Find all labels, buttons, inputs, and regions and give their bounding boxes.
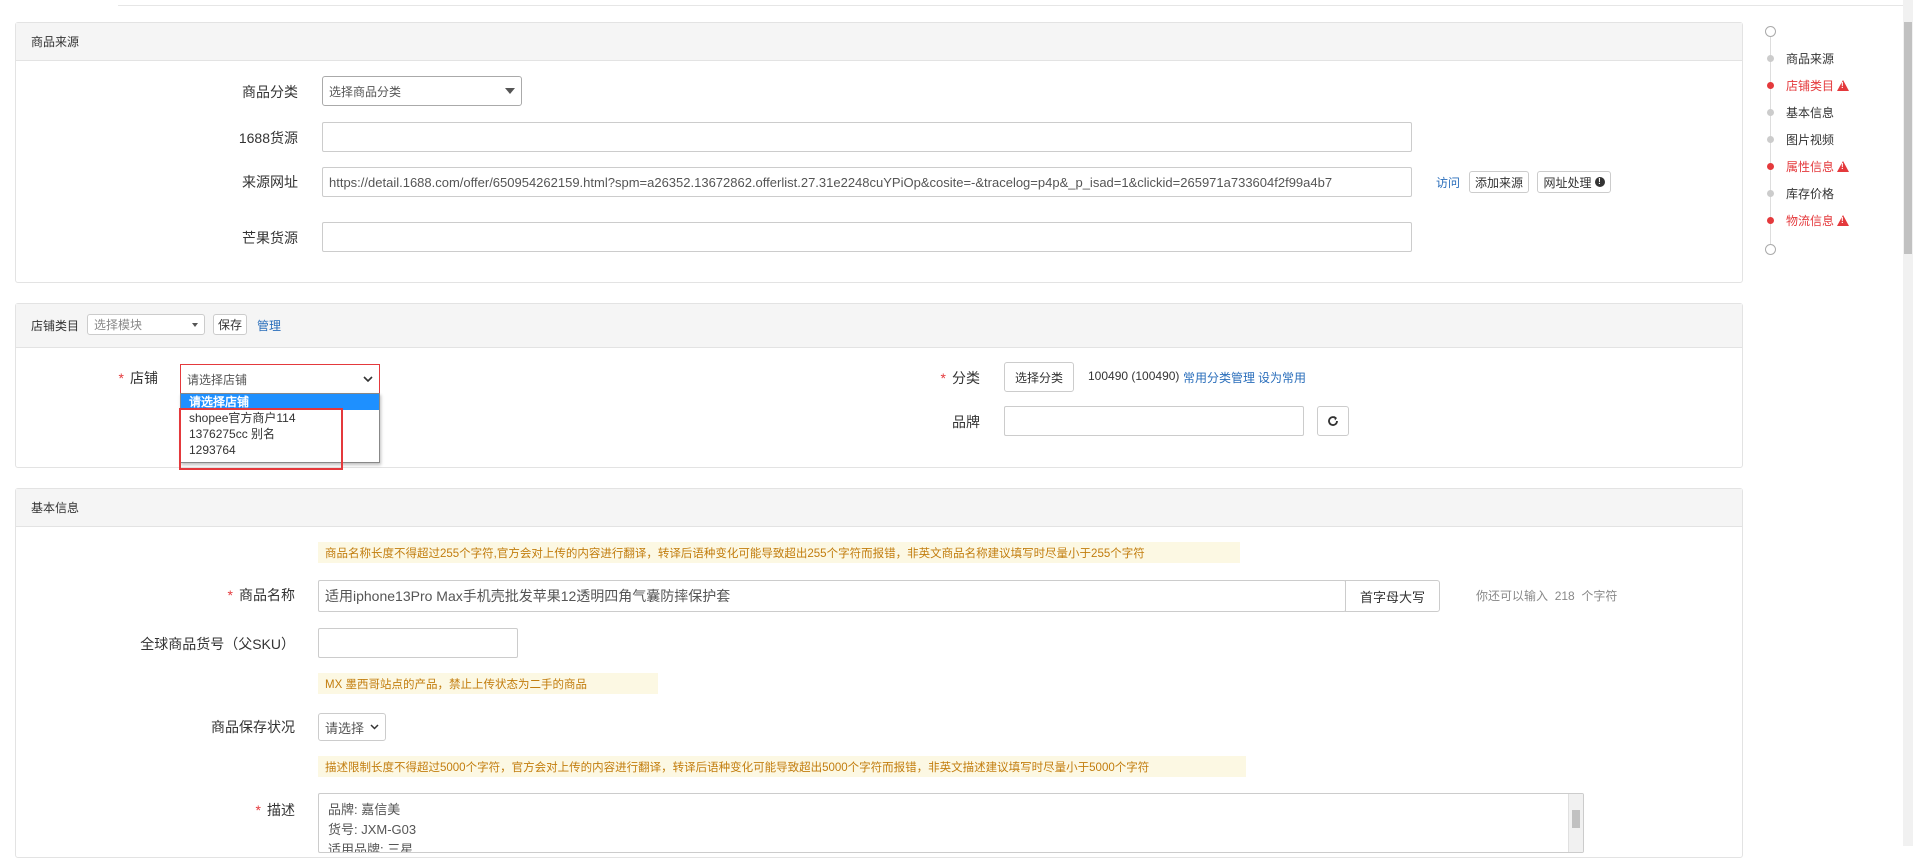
mango-label: 芒果货源 bbox=[242, 230, 298, 246]
page-scrollbar[interactable] bbox=[1903, 0, 1913, 846]
page-scroll-thumb[interactable] bbox=[1904, 22, 1912, 254]
nav-item-stock-price[interactable]: 库存价格 bbox=[1764, 185, 1834, 201]
category-value: 100490 (100490) bbox=[1088, 369, 1180, 383]
module-select[interactable]: 选择模块 bbox=[87, 314, 205, 335]
warning-icon bbox=[1837, 79, 1850, 91]
warning-icon bbox=[1837, 160, 1850, 172]
save-module-button[interactable]: 保存 bbox=[213, 314, 247, 335]
top-divider bbox=[118, 0, 1908, 6]
condition-select[interactable]: 请选择 bbox=[318, 713, 386, 741]
nav-item-basic-info[interactable]: 基本信息 bbox=[1764, 104, 1834, 120]
source-url-label: 来源网址 bbox=[242, 174, 298, 190]
shop-select-value: 请选择店铺 bbox=[187, 372, 248, 387]
info-icon: ! bbox=[1594, 177, 1605, 187]
category-field-label: * 分类 bbox=[940, 370, 980, 386]
desc-tip: 描述限制长度不得超过5000个字符，官方会对上传的内容进行翻译，转译后语种变化可… bbox=[318, 756, 1246, 777]
desc-scrollbar[interactable] bbox=[1568, 794, 1583, 852]
product-name-input[interactable]: 适用iphone13Pro Max手机壳批发苹果12透明四角气囊防摔保护套 bbox=[318, 580, 1346, 612]
nav-end-circle bbox=[1765, 244, 1776, 255]
brand-label: 品牌 bbox=[952, 414, 980, 430]
shop-select[interactable]: 请选择店铺 bbox=[180, 364, 380, 394]
nav-item-attributes[interactable]: 属性信息 bbox=[1764, 158, 1850, 174]
sku-input[interactable] bbox=[318, 628, 518, 658]
module-select-value: 选择模块 bbox=[94, 318, 143, 332]
brand-input[interactable] bbox=[1004, 406, 1304, 436]
chevron-down-icon bbox=[370, 724, 379, 730]
category-select-value: 选择商品分类 bbox=[329, 84, 402, 99]
nav-item-media[interactable]: 图片视频 bbox=[1764, 131, 1834, 147]
desc-content: 品牌: 嘉信美 货号: JXM-G03 适用品牌: 三星 bbox=[319, 794, 1583, 853]
sku-label: 全球商品货号（父SKU） bbox=[140, 636, 295, 652]
nav-item-logistics[interactable]: 物流信息 bbox=[1764, 212, 1850, 228]
nav-item-shop-category[interactable]: 店铺类目 bbox=[1764, 77, 1850, 93]
refresh-button[interactable] bbox=[1317, 406, 1349, 436]
source-url-input[interactable]: https://detail.1688.com/offer/6509542621… bbox=[322, 167, 1412, 197]
mx-tip: MX 墨西哥站点的产品，禁止上传状态为二手的商品 bbox=[318, 673, 658, 694]
add-source-button[interactable]: 添加来源 bbox=[1469, 171, 1529, 193]
choose-category-button[interactable]: 选择分类 bbox=[1004, 362, 1074, 392]
source-panel-title: 商品来源 bbox=[16, 23, 1742, 61]
shop-label: * 店铺 bbox=[118, 370, 158, 386]
warning-icon bbox=[1837, 214, 1850, 226]
refresh-icon bbox=[1328, 416, 1338, 426]
src1688-label: 1688货源 bbox=[238, 130, 298, 146]
char-counter: 你还可以输入 218 个字符 bbox=[1476, 589, 1618, 603]
name-tip: 商品名称长度不得超过255个字符,官方会对上传的内容进行翻译，转译后语种变化可能… bbox=[318, 542, 1240, 563]
nav-start-circle bbox=[1765, 26, 1776, 37]
condition-select-value: 请选择 bbox=[325, 720, 365, 736]
desc-line: 货号: JXM-G03 bbox=[328, 822, 417, 837]
manage-link[interactable]: 管理 bbox=[257, 317, 281, 334]
shop-panel-title: 店铺类目 bbox=[31, 319, 80, 333]
common-category-link[interactable]: 常用分类管理 bbox=[1183, 369, 1255, 386]
desc-scroll-thumb[interactable] bbox=[1572, 810, 1580, 828]
chevron-down-icon bbox=[363, 375, 373, 382]
basic-panel-title: 基本信息 bbox=[16, 489, 1742, 527]
category-label: 商品分类 bbox=[242, 84, 298, 100]
visit-link[interactable]: 访问 bbox=[1436, 174, 1460, 191]
desc-line: 品牌: 嘉信美 bbox=[328, 802, 401, 817]
chevron-down-icon bbox=[505, 88, 515, 94]
chevron-down-icon bbox=[192, 322, 198, 327]
nav-item-source[interactable]: 商品来源 bbox=[1764, 50, 1834, 66]
category-select[interactable]: 选择商品分类 bbox=[322, 76, 522, 106]
capitalize-button[interactable]: 首字母大写 bbox=[1345, 580, 1440, 612]
desc-line: 适用品牌: 三星 bbox=[328, 842, 414, 853]
highlight-box bbox=[179, 408, 343, 470]
mango-input[interactable] bbox=[322, 222, 1412, 252]
url-process-label: 网址处理 bbox=[1543, 175, 1592, 190]
desc-label: * 描述 bbox=[255, 802, 295, 818]
url-process-button[interactable]: 网址处理 ! bbox=[1537, 171, 1611, 193]
src1688-input[interactable] bbox=[322, 122, 1412, 152]
set-common-link[interactable]: 设为常用 bbox=[1258, 369, 1306, 386]
product-name-label: * 商品名称 bbox=[227, 587, 295, 603]
desc-textarea[interactable]: 品牌: 嘉信美 货号: JXM-G03 适用品牌: 三星 bbox=[318, 793, 1584, 853]
condition-label: 商品保存状况 bbox=[211, 719, 295, 735]
